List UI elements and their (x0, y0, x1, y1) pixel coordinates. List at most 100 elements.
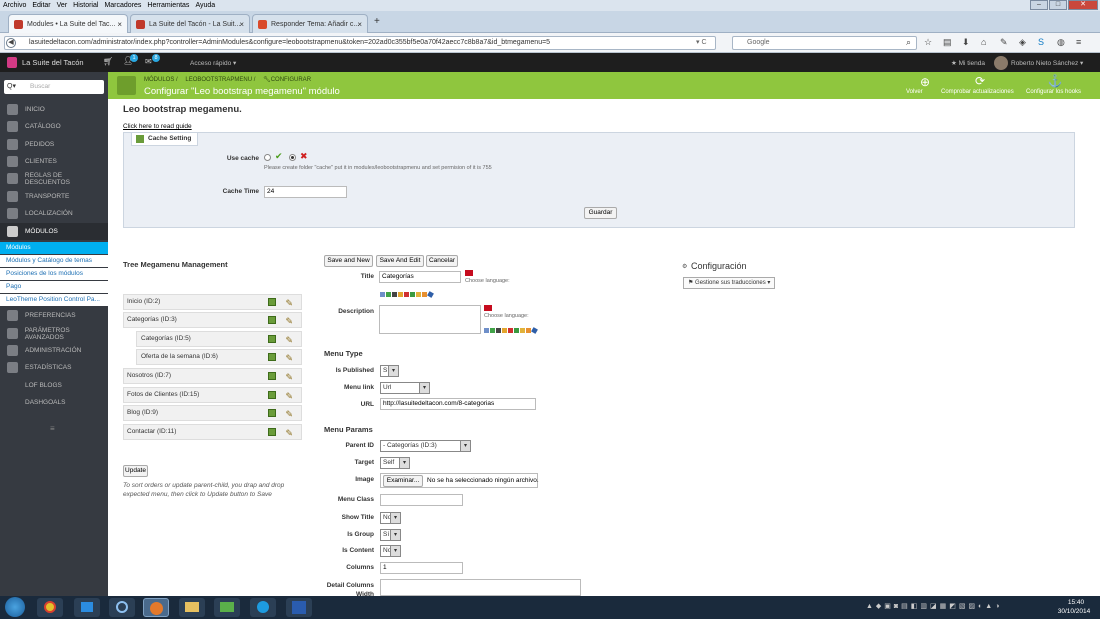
parent-id-select[interactable]: - Categorías (ID:3) (380, 440, 471, 452)
pencil-icon[interactable]: ✎ (285, 389, 293, 403)
shop-name[interactable]: La Suite del Tacón (22, 58, 84, 67)
use-cache-yes-radio[interactable] (264, 154, 271, 161)
flag-pointer-icon[interactable] (427, 291, 434, 298)
pencil-icon[interactable]: ✎ (285, 426, 293, 440)
submenu-leotheme[interactable]: LeoTheme Position Control Pa... (0, 294, 108, 306)
detail-columns-input[interactable] (380, 579, 581, 596)
edit-icon[interactable] (268, 372, 276, 380)
flag-ca-icon[interactable] (404, 292, 409, 297)
show-title-select[interactable]: No (380, 512, 401, 524)
sidebar-search[interactable]: Q▾ Buscar (4, 80, 104, 94)
menu-herramientas[interactable]: Herramientas (147, 2, 189, 9)
breadcrumb-item[interactable]: Módulos (144, 77, 174, 83)
flag-es-icon[interactable] (465, 270, 473, 276)
flag-es-icon[interactable] (484, 305, 492, 311)
menu-icon[interactable]: ≡ (1076, 37, 1087, 48)
sidebar-item-transporte[interactable]: Transporte (0, 188, 108, 205)
save-and-new-button[interactable]: Save and New (324, 255, 373, 267)
description-textarea[interactable] (379, 305, 481, 334)
minimize-button[interactable]: – (1030, 0, 1048, 10)
quick-access-dropdown[interactable]: Acceso rápido ▾ (190, 59, 236, 67)
clock-time[interactable]: 15:40 (1058, 599, 1094, 606)
pencil-icon[interactable]: ✎ (285, 333, 293, 347)
is-content-select[interactable]: No (380, 545, 401, 557)
title-input[interactable]: Categorías (379, 271, 461, 283)
edit-icon[interactable] (268, 409, 276, 417)
edit-icon[interactable] (268, 298, 276, 306)
download-icon[interactable]: ⬇ (962, 37, 973, 48)
image-file-input[interactable]: Examinar... No se ha seleccionado ningún… (380, 473, 539, 488)
tree-item[interactable]: Fotos de Clientes (ID:15) ✎ (123, 387, 302, 403)
reload-icon[interactable]: ▾ C (696, 38, 707, 46)
messages-icon[interactable]: ✉ (145, 57, 152, 66)
flag-es2-icon[interactable] (502, 328, 507, 333)
bookmark-star-icon[interactable]: ☆ (924, 37, 935, 48)
firefox-icon[interactable] (143, 598, 169, 617)
close-tab-icon[interactable]: × (117, 20, 122, 29)
sidebar-item-localizacion[interactable]: Localización (0, 205, 108, 222)
menu-marcadores[interactable]: Marcadores (104, 2, 141, 9)
language-flags[interactable] (380, 291, 434, 298)
system-tray-icons[interactable]: ▲◆▣◙▤◧▥◪▦◩▧▨◐▲◑ (866, 602, 1002, 610)
menu-archivo[interactable]: Archivo (3, 2, 26, 9)
flag-it-icon[interactable] (514, 328, 519, 333)
flag-de-icon[interactable] (392, 292, 397, 297)
manage-translations-dropdown[interactable]: ⚑ Gestione sus traducciones ▾ (683, 277, 776, 289)
addon-icon[interactable]: ◈ (1019, 37, 1030, 48)
submenu-pago[interactable]: Pago (0, 281, 108, 293)
flag-pointer-icon[interactable] (531, 327, 538, 334)
pencil-icon[interactable]: ✎ (285, 351, 293, 365)
tree-item[interactable]: Contactar (ID:11) ✎ (123, 424, 302, 440)
power-icon[interactable] (109, 598, 135, 617)
breadcrumb-item[interactable]: Configurar (271, 77, 311, 83)
tree-item[interactable]: Inicio (ID:2) ✎ (123, 294, 302, 310)
pencil-icon[interactable]: ✎ (285, 314, 293, 328)
close-window-button[interactable]: ✕ (1068, 0, 1098, 10)
cancel-button[interactable]: Cancelar (426, 255, 458, 267)
home-icon[interactable]: ⌂ (981, 37, 992, 48)
flag-es2-icon[interactable] (398, 292, 403, 297)
tab-modules[interactable]: Modules • La Suite del Tac... × (8, 14, 128, 33)
submenu-catalogo-temas[interactable]: Módulos y Catálogo de temas (0, 255, 108, 267)
url-bar[interactable]: lasuitedeltacon.com/administrator/index.… (4, 36, 716, 50)
guide-link[interactable]: Click here to read guide (123, 123, 192, 130)
new-tab-button[interactable]: + (374, 16, 380, 27)
flag-ca-icon[interactable] (508, 328, 513, 333)
explorer-icon[interactable] (179, 598, 205, 617)
back-icon[interactable]: ⊕ (915, 75, 935, 89)
sidebar-item-clientes[interactable]: Clientes (0, 153, 108, 170)
tree-item[interactable]: Categorías (ID:3) ✎ (123, 312, 302, 328)
submenu-modulos[interactable]: Módulos (0, 242, 108, 254)
edit-icon[interactable] (268, 335, 276, 343)
back-arrow-icon[interactable]: ◀ (6, 38, 16, 48)
flag-it-icon[interactable] (410, 292, 415, 297)
menu-class-input[interactable] (380, 494, 463, 506)
sidebar-item-parametros[interactable]: Parámetros avanzados (0, 325, 108, 342)
refresh-icon[interactable]: ⟳ (970, 74, 990, 88)
close-tab-icon[interactable]: × (239, 20, 244, 29)
close-tab-icon[interactable]: × (357, 20, 362, 29)
back-button[interactable]: Volver (906, 89, 923, 95)
tab-shop[interactable]: La Suite del Tacón - La Suit... × (130, 14, 250, 33)
menu-ayuda[interactable]: Ayuda (195, 2, 215, 9)
my-store-link[interactable]: ★ Mi tienda (951, 59, 985, 67)
sidebar-item-inicio[interactable]: Inicio (0, 101, 108, 118)
cache-time-input[interactable]: 24 (264, 186, 347, 198)
sidebar-item-preferencias[interactable]: Preferencias (0, 307, 108, 324)
user-menu[interactable]: Roberto Nieto Sánchez ▾ (1011, 59, 1083, 67)
anchor-icon[interactable]: ⚓ (1045, 74, 1065, 88)
flag-gl-icon[interactable] (416, 292, 421, 297)
skype-icon[interactable] (250, 598, 276, 617)
flag-pt-icon[interactable] (490, 328, 495, 333)
edit-icon[interactable] (268, 391, 276, 399)
cart-icon[interactable]: 🛒︎ (103, 57, 113, 66)
pencil-icon[interactable]: ✎ (285, 370, 293, 384)
browse-button[interactable]: Examinar... (383, 475, 423, 487)
update-button[interactable]: Update (123, 465, 148, 477)
flag-gl-icon[interactable] (520, 328, 525, 333)
sidebar-item-modulos[interactable]: Módulos (0, 223, 108, 240)
ext-icon[interactable]: ◍ (1057, 37, 1068, 48)
is-group-select[interactable]: Sí (380, 529, 401, 541)
columns-input[interactable]: 1 (380, 562, 463, 574)
target-select[interactable]: Self (380, 457, 410, 469)
